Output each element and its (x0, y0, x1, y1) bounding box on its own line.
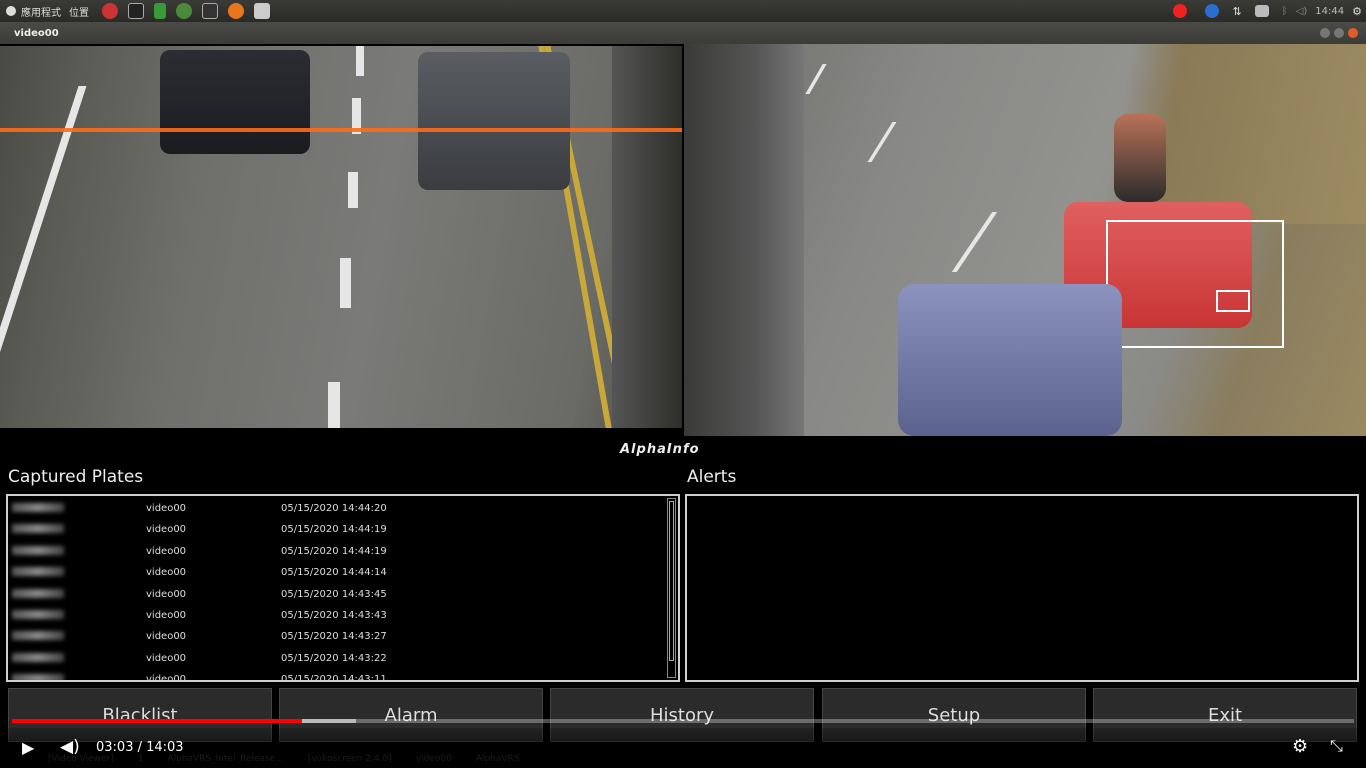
camera-feed-right (684, 44, 1366, 436)
lane-marking (356, 46, 364, 76)
power-icon[interactable]: ⚙ (1352, 5, 1362, 18)
network-icon[interactable]: ⇅ (1232, 5, 1241, 18)
blurred-plate-thumbnail (12, 674, 64, 680)
lane-marking (867, 122, 897, 162)
minimize-button[interactable] (1320, 28, 1330, 38)
lane-marking (0, 86, 87, 428)
plate-timestamp: 05/15/2020 14:44:19 (281, 524, 387, 536)
lane-marking (805, 64, 827, 94)
plate-timestamp: 05/15/2020 14:43:43 (281, 610, 387, 621)
progress-played (12, 719, 302, 723)
window-title: video00 (14, 27, 59, 39)
applications-menu[interactable]: 應用程式 (21, 4, 61, 19)
brand-logo: AlphaInfo (620, 442, 700, 457)
app-launcher-icon[interactable] (102, 3, 118, 19)
lane-marking (340, 258, 351, 308)
captured-plates-list[interactable]: video00 05/15/2020 14:44:20 video00 05/15/2… (6, 494, 680, 682)
motorcycle-rider (1114, 114, 1166, 202)
os-logo-icon[interactable] (6, 6, 16, 16)
playback-time: 03:03 / 14:03 (96, 740, 184, 755)
settings-gear-icon[interactable]: ⚙ (1292, 736, 1308, 757)
places-menu[interactable]: 位置 (69, 4, 89, 19)
plate-row[interactable]: video00 05/15/2020 14:44:14 (8, 562, 678, 583)
progress-bar[interactable] (12, 719, 1354, 723)
plate-timestamp: 05/15/2020 14:44:14 (281, 567, 387, 579)
captured-plates-title: Captured Plates (8, 467, 144, 487)
plate-row[interactable]: video00 05/15/2020 14:44:20 (8, 498, 678, 519)
maximize-button[interactable] (1334, 28, 1344, 38)
plate-timestamp: 05/15/2020 14:43:45 (281, 588, 387, 600)
plate-timestamp: 05/15/2020 14:43:27 (281, 631, 387, 643)
volume-icon[interactable]: ◁) (1296, 6, 1308, 17)
plate-camera: video00 (146, 588, 187, 600)
system-top-panel: 應用程式 位置 ⇅ ᛒ ◁) 14:44 ⚙ (0, 0, 1366, 22)
blurred-plate-thumbnail (12, 503, 64, 512)
play-icon[interactable]: ▶ (22, 738, 34, 757)
plate-camera: video00 (146, 674, 187, 682)
blurred-plate-thumbnail (12, 545, 64, 555)
plate-row[interactable]: video00 05/15/2020 14:44:19 (8, 519, 678, 540)
plate-detection-box (1106, 220, 1284, 348)
blurred-plate-thumbnail (12, 524, 64, 534)
plate-timestamp: 05/15/2020 14:44:19 (281, 545, 387, 557)
clock[interactable]: 14:44 (1315, 6, 1344, 17)
plate-camera: video00 (146, 610, 187, 621)
camera-feed-left (0, 46, 682, 428)
sync-icon[interactable] (176, 3, 192, 19)
plate-row[interactable]: video00 05/15/2020 14:44:19 (8, 541, 678, 562)
lane-marking (348, 172, 358, 208)
plate-camera: video00 (146, 652, 187, 664)
car-gray-suv (418, 52, 570, 190)
car-dark-suv (160, 50, 310, 154)
plate-camera: video00 (146, 631, 187, 643)
file-manager-icon[interactable] (254, 3, 270, 19)
plate-camera: video00 (146, 567, 187, 579)
plate-timestamp: 05/15/2020 14:44:20 (281, 503, 387, 514)
bluetooth-icon[interactable]: ᛒ (1282, 6, 1288, 17)
monitor-icon[interactable] (202, 3, 218, 19)
firefox-icon[interactable] (228, 3, 244, 19)
plate-row[interactable]: video00 05/15/2020 14:43:27 (8, 626, 678, 647)
plate-row[interactable]: video00 05/15/2020 14:43:45 (8, 584, 678, 605)
volume-icon[interactable]: ◀) (60, 737, 80, 757)
keyboard-layout-icon[interactable] (1254, 5, 1269, 17)
car-blue-minivan (898, 284, 1122, 436)
teamviewer-icon[interactable] (1205, 4, 1220, 18)
plate-region-box (1216, 290, 1250, 312)
exit-fullscreen-icon[interactable]: ⤡ (1330, 736, 1343, 756)
median-barrier (684, 44, 804, 436)
alerts-title: Alerts (687, 467, 737, 487)
detection-line (0, 128, 682, 132)
plates-scroll-thumb[interactable] (669, 501, 674, 661)
plate-row[interactable]: video00 05/15/2020 14:43:11 (8, 669, 678, 682)
record-icon[interactable] (1173, 4, 1188, 18)
terminal-icon[interactable] (128, 3, 144, 19)
plate-camera: video00 (146, 524, 187, 536)
window-title-bar[interactable]: video00 (0, 22, 1366, 44)
roadside-grass (1044, 44, 1366, 224)
plate-timestamp: 05/15/2020 14:43:11 (281, 674, 387, 682)
blurred-plate-thumbnail (12, 652, 64, 662)
lane-marking (328, 382, 340, 428)
alerts-list[interactable] (685, 494, 1359, 682)
player-controls: ▶ ◀) 03:03 / 14:03 ⚙ ⤡ (0, 728, 1366, 768)
median-barrier (612, 46, 682, 428)
blurred-plate-thumbnail (12, 610, 64, 619)
spreadsheet-icon[interactable] (154, 3, 166, 19)
plate-camera: video00 (146, 503, 187, 514)
plate-row[interactable]: video00 05/15/2020 14:43:43 (8, 605, 678, 626)
blurred-plate-thumbnail (12, 588, 64, 598)
plate-camera: video00 (146, 545, 187, 557)
blurred-plate-thumbnail (12, 567, 64, 577)
plate-row[interactable]: video00 05/15/2020 14:43:22 (8, 648, 678, 669)
plate-timestamp: 05/15/2020 14:43:22 (281, 652, 387, 664)
lane-marking (951, 212, 998, 272)
plates-scrollbar[interactable] (667, 498, 676, 678)
blurred-plate-thumbnail (12, 631, 64, 641)
close-window-button[interactable] (1348, 28, 1358, 38)
